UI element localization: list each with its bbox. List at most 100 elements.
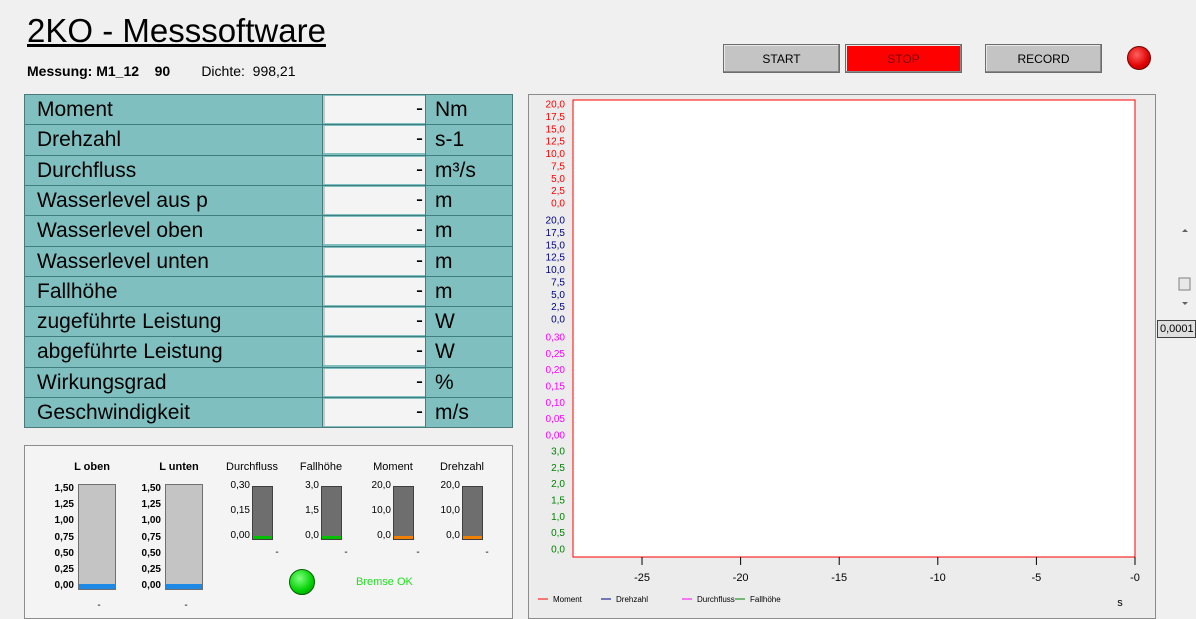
measurement-unit: s-1	[435, 128, 465, 152]
x-axis-label: s	[1117, 597, 1123, 609]
gauge-tick-label: 0,15	[230, 505, 250, 516]
gauge-level-fill	[463, 536, 482, 539]
row-divider	[25, 124, 512, 126]
level-gauge	[321, 486, 342, 540]
tank-label: L unten	[159, 461, 199, 473]
gauge-tick-label: 0,0	[305, 530, 319, 541]
slider-thumb[interactable]	[1178, 277, 1191, 291]
arrow-down-icon[interactable]	[1182, 302, 1188, 305]
gauge-value: -	[485, 547, 489, 558]
y-tick-label: 7,5	[551, 161, 565, 172]
row-divider	[25, 336, 512, 338]
y-tick-label: 10,0	[546, 149, 566, 160]
measurement-name: zugeführte Leistung	[37, 310, 222, 334]
gauge-value: -	[275, 547, 279, 558]
gauge-value: -	[416, 547, 420, 558]
tank-tick-label: 1,25	[141, 499, 161, 511]
y-tick-label: 0,0	[551, 315, 565, 326]
table-row: Moment - Nm	[25, 95, 512, 125]
column-divider	[322, 95, 323, 427]
y-tick-label: 0,05	[546, 414, 566, 425]
y-tick-label: 0,00	[546, 431, 566, 442]
measurement-value-field: -	[323, 368, 425, 396]
gauge-label: Durchfluss	[226, 461, 278, 473]
measurement-value-field: -	[323, 96, 425, 123]
table-row: Wasserlevel oben - m	[25, 216, 512, 246]
measurement-value-field: -	[323, 186, 425, 214]
y-tick-label: 2,5	[551, 302, 565, 313]
tank-level-fill	[79, 584, 115, 589]
gauge-tick-label: 20,0	[371, 480, 391, 491]
measurement-unit: m³/s	[435, 158, 476, 182]
y-tick-label: 17,5	[546, 228, 566, 239]
y-tick-label: 0,5	[551, 528, 565, 539]
measurement-name: Wasserlevel aus p	[37, 188, 208, 212]
x-tick-label: -20	[733, 572, 749, 584]
x-tick-label: -10	[930, 572, 946, 584]
measurement-value-field: -	[323, 277, 425, 305]
start-button[interactable]: START	[723, 44, 840, 73]
table-row: Wirkungsgrad -%	[25, 368, 512, 398]
x-tick-label: -15	[831, 572, 847, 584]
measurement-unit: W	[435, 310, 455, 334]
tank-tick-label: 1,50	[141, 483, 161, 494]
gauge-level-fill	[253, 536, 272, 539]
y-tick-label: 0,30	[546, 333, 566, 344]
level-gauge	[393, 486, 414, 540]
tank-tick-label: 1,00	[54, 515, 74, 527]
table-row: Durchfluss - m³/s	[25, 156, 512, 186]
y-tick-label: 17,5	[546, 112, 566, 123]
x-tick-label: -0	[1130, 572, 1140, 584]
tank-value: -	[97, 600, 101, 611]
gauge-tick-label: 20,0	[440, 480, 460, 491]
measurement-value-field: -	[323, 247, 425, 275]
density-value: 998,21	[252, 63, 296, 79]
y-tick-label: 3,0	[551, 447, 565, 458]
tank-tick-label: 0,50	[54, 547, 74, 559]
y-tick-label: 2,5	[551, 186, 565, 197]
row-divider	[25, 245, 512, 247]
column-divider	[425, 95, 426, 427]
measurement-name: Drehzahl	[37, 128, 122, 152]
side-value-field[interactable]: 0,0001	[1157, 320, 1196, 338]
y-tick-label: 5,0	[551, 174, 565, 185]
measurement-label: Messung: M1_12	[27, 63, 140, 79]
gauge-value: -	[344, 547, 348, 558]
row-divider	[25, 154, 512, 156]
y-tick-label: 2,5	[551, 463, 565, 474]
y-tick-label: 1,0	[551, 512, 565, 523]
tank-tick-label: 0,00	[54, 580, 74, 592]
row-divider	[25, 215, 512, 217]
gauge-label: Drehzahl	[439, 461, 485, 473]
y-tick-label: 12,5	[546, 253, 566, 264]
x-tick-label: -25	[634, 572, 650, 584]
stop-button[interactable]: STOP	[845, 44, 962, 73]
level-gauge	[252, 486, 273, 540]
measurement-value-field: -	[323, 399, 425, 426]
measurement-name: Wirkungsgrad	[37, 370, 167, 394]
y-tick-label: 1,5	[551, 496, 565, 507]
table-row: abgeführte Leistung - W	[25, 337, 512, 367]
y-tick-label: 0,10	[546, 398, 566, 409]
record-button[interactable]: RECORD	[985, 44, 1102, 73]
arrow-up-icon[interactable]	[1182, 229, 1188, 232]
row-divider	[25, 306, 512, 308]
tank-tick-label: 1,50	[54, 483, 74, 494]
table-row: Geschwindigkeit - m/s	[25, 398, 512, 428]
vertical-slider[interactable]	[1175, 220, 1195, 315]
measurement-name: Wasserlevel oben	[37, 219, 204, 243]
density-label: Dichte:	[201, 63, 245, 79]
legend-entry: Moment	[553, 595, 583, 604]
measurement-value-field: -	[323, 338, 425, 366]
gauge-tick-label: 1,5	[305, 505, 319, 516]
y-tick-label: 0,0	[551, 199, 565, 210]
table-row: Drehzahl - s-1	[25, 125, 512, 155]
measurement-name: Geschwindigkeit	[37, 401, 190, 424]
y-tick-label: 12,5	[546, 137, 566, 148]
y-tick-label: 5,0	[551, 290, 565, 301]
gauge-tick-label: 0,00	[230, 530, 250, 541]
measurement-info: Messung: M1_12 90 Dichte: 998,21	[27, 62, 296, 80]
plot-area	[572, 99, 1136, 558]
measurement-unit: m	[435, 188, 453, 212]
row-divider	[25, 275, 512, 277]
